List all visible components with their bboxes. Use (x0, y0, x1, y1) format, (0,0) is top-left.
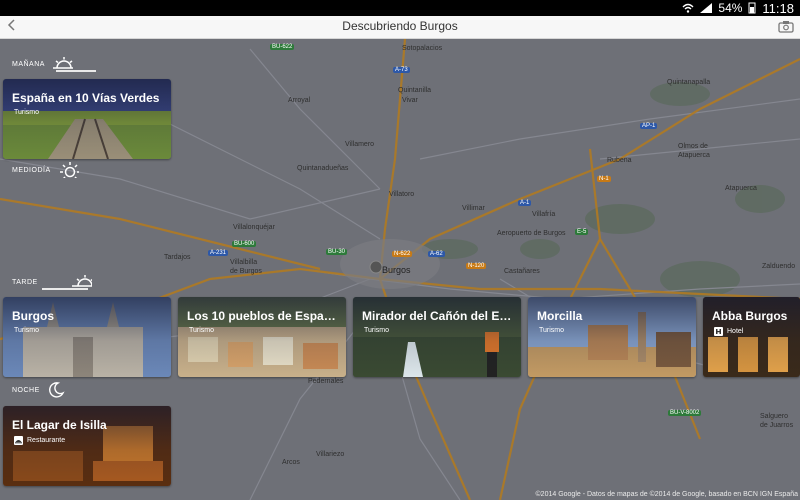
road-shield: A-62 (428, 251, 445, 257)
card-category: Turismo (364, 327, 390, 334)
map-label-quintanilla: Quintanilla (398, 87, 432, 94)
page-title: Descubriendo Burgos (342, 19, 458, 33)
map-label-atapuerca: Atapuerca (678, 152, 710, 159)
map-label-salguero: Salguero (760, 413, 789, 420)
card-title: Abba Burgos (712, 309, 788, 323)
section-afternoon-underline (42, 288, 88, 290)
map-label-villalbilla: Villalbilla (230, 259, 258, 266)
card-category: Turismo (14, 109, 40, 116)
wifi-icon (682, 3, 694, 13)
road-shield: BU-600 (232, 241, 257, 247)
battery-percentage: 54% (718, 1, 743, 15)
card-mirador[interactable]: Mirador del Cañón del Eb... Turismo (353, 297, 521, 377)
section-morning-label: MAÑANA (12, 60, 45, 68)
map-label-pedernales: Pedernales (308, 378, 344, 385)
map-label-quintanaduenas: Quintanadueñas (297, 165, 349, 172)
card-title: España en 10 Vías Verdes (12, 91, 160, 105)
map-label-castanares: Castañares (504, 268, 540, 275)
map-label-olmos: Olmos de (678, 143, 708, 150)
road-shield: BU-V-8002 (668, 410, 702, 416)
card-category: Hotel (727, 328, 744, 335)
map-label-villamero: Villamero (345, 141, 375, 148)
card-title: Los 10 pueblos de Espan... (187, 309, 338, 323)
map-label-vivar: Vivar (402, 97, 418, 104)
card-abba-burgos[interactable]: Abba Burgos Hotel (703, 297, 800, 377)
card-pueblos[interactable]: Los 10 pueblos de Espan... Turismo (178, 297, 346, 377)
map-label-villatoro: Villatoro (389, 191, 415, 198)
hotel-icon (714, 327, 723, 336)
card-category: Turismo (189, 327, 215, 334)
road-shield: AP-1 (640, 123, 658, 129)
card-lagar-isilla[interactable]: El Lagar de Isilla Restaurante (3, 406, 171, 486)
map-label-villafria: Villafría (532, 211, 556, 218)
restaurant-icon (14, 436, 23, 445)
moon-icon (48, 382, 65, 398)
road-shield: BU-622 (270, 44, 295, 50)
map-label-sotopalacios: Sotopalacios (402, 45, 443, 52)
map-copyright: ©2014 Google - Datos de mapas de ©2014 d… (535, 491, 798, 498)
card-subtitle: Turismo (539, 327, 564, 334)
section-midday: MEDIODÍA (12, 162, 79, 178)
road-shield: A-231 (208, 250, 229, 256)
map-label-rubena: Rubena (607, 157, 632, 164)
status-bar: 54% 11:18 (0, 0, 800, 16)
clock: 11:18 (762, 0, 794, 16)
card-title: El Lagar de Isilla (12, 418, 107, 432)
map-label-villimar: Villimar (462, 205, 485, 212)
section-afternoon-label: TARDE (12, 278, 38, 286)
road-shield: N-622 (392, 251, 413, 257)
card-subtitle: Restaurante (14, 436, 65, 445)
section-morning-underline (56, 70, 96, 72)
map-label-villalonquejar: Villalonquéjar (233, 224, 275, 231)
map-label-tardajos: Tardajos (164, 254, 191, 261)
card-morcilla[interactable]: Morcilla Turismo (528, 297, 696, 377)
card-burgos[interactable]: Burgos Turismo (3, 297, 171, 377)
card-category: Turismo (539, 327, 565, 334)
status-right: 54% 11:18 (682, 0, 794, 16)
map-label-burgos: Burgos (382, 265, 411, 275)
map-label-dejuarros: de Juarros (760, 422, 794, 429)
card-category: Turismo (14, 327, 40, 334)
card-category: Restaurante (27, 437, 66, 444)
card-subtitle: Turismo (14, 109, 39, 116)
card-vias-verdes[interactable]: España en 10 Vías Verdes Turismo (3, 79, 171, 159)
signal-icon (700, 3, 713, 13)
map-label-arcos: Arcos (282, 459, 300, 466)
card-title: Morcilla (537, 309, 583, 323)
road-shield: E-5 (575, 229, 589, 235)
card-subtitle: Turismo (364, 327, 389, 334)
camera-button[interactable] (778, 19, 794, 35)
map-label-arroyal: Arroyal (288, 97, 311, 104)
title-bar: Descubriendo Burgos (0, 16, 800, 39)
map-label-villariezo: Villariezo (316, 451, 345, 458)
map-label-deburgos: de Burgos (230, 268, 262, 275)
section-midday-label: MEDIODÍA (12, 166, 51, 174)
section-night: NOCHE (12, 382, 68, 398)
camera-icon (778, 21, 794, 33)
road-shield: A-73 (393, 67, 410, 73)
road-shield: BU-30 (326, 249, 348, 255)
section-night-label: NOCHE (12, 386, 40, 394)
road-shield: N-1 (597, 176, 611, 182)
card-subtitle: Turismo (14, 327, 39, 334)
card-subtitle: Hotel (714, 327, 743, 336)
map-label-aeropuerto: Aeropuerto de Burgos (497, 230, 566, 237)
card-title: Mirador del Cañón del Eb... (362, 309, 513, 323)
card-title: Burgos (12, 309, 54, 323)
map-label-zalduendo: Zalduendo (762, 263, 796, 270)
road-shield: A-1 (518, 200, 532, 206)
battery-icon (748, 2, 756, 14)
map-label-atapuerca2: Atapuerca (725, 185, 757, 192)
road-shield: N-120 (466, 263, 487, 269)
card-subtitle: Turismo (189, 327, 214, 334)
sun-icon (59, 162, 79, 178)
map-label-quintanapalla: Quintanapalla (667, 79, 711, 86)
